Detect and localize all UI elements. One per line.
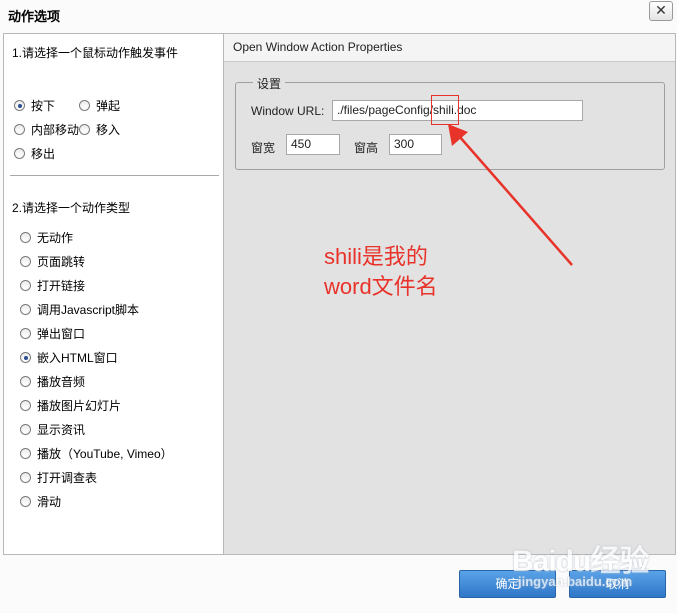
annotation-line-2: word文件名: [324, 274, 438, 299]
annotation-line-1: shili是我的: [324, 244, 428, 269]
annotation-arrow: [448, 124, 573, 266]
arrow-shaft: [458, 135, 573, 266]
bottom-bar: 确定 取消: [0, 555, 677, 613]
cancel-button[interactable]: 取消: [569, 570, 666, 598]
ok-button[interactable]: 确定: [459, 570, 556, 598]
annotation-text: shili是我的 word文件名: [324, 242, 438, 302]
